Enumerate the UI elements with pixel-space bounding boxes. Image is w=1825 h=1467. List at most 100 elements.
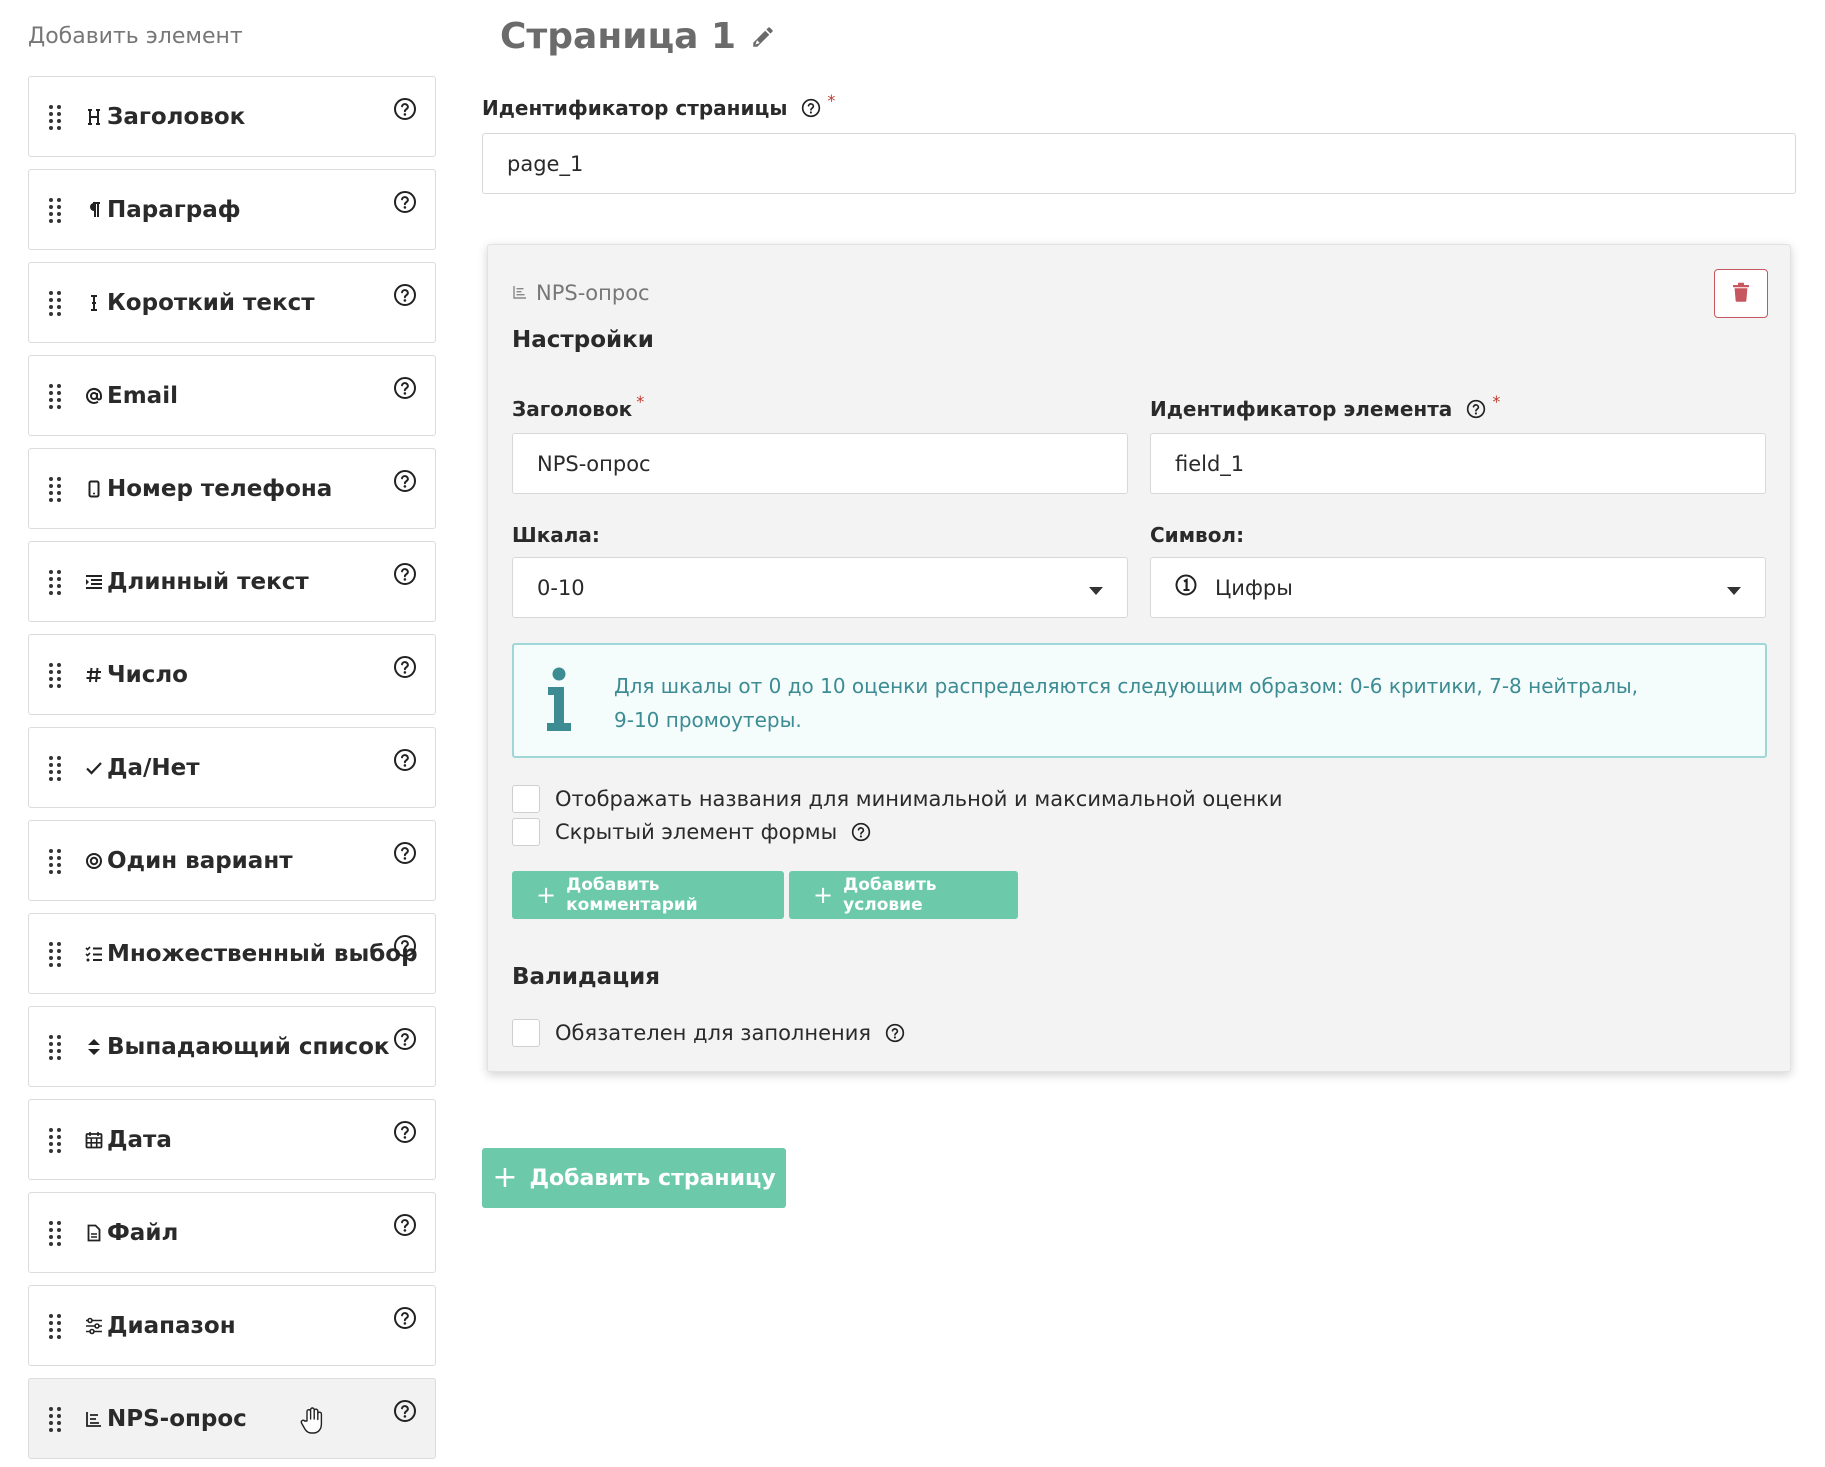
drag-handle-icon[interactable] xyxy=(29,1406,81,1432)
symbol-select-content: Цифры xyxy=(1175,574,1293,601)
palette-item[interactable]: Файл xyxy=(28,1192,436,1273)
settings-heading: Настройки xyxy=(512,327,654,353)
trash-icon xyxy=(1732,282,1750,306)
help-icon[interactable] xyxy=(393,283,417,307)
plus-icon: + xyxy=(813,881,834,909)
help-icon[interactable] xyxy=(393,934,417,958)
add-comment-button[interactable]: + Добавить комментарий xyxy=(512,871,784,919)
required-label: Обязателен для заполнения xyxy=(555,1021,871,1045)
palette-item-label: NPS-опрос xyxy=(107,1405,247,1432)
palette-item-label: Файл xyxy=(107,1219,179,1246)
text-cursor-icon xyxy=(81,290,107,316)
palette-item-label: Дата xyxy=(107,1126,172,1153)
palette-item[interactable]: Выпадающий список xyxy=(28,1006,436,1087)
drag-handle-icon[interactable] xyxy=(29,569,81,595)
drag-handle-icon[interactable] xyxy=(29,1034,81,1060)
palette-item[interactable]: Короткий текст xyxy=(28,262,436,343)
file-icon xyxy=(81,1220,107,1246)
element-palette: Добавить элемент Заголовок Параграф Коротк… xyxy=(28,22,436,1467)
element-id-input[interactable] xyxy=(1150,433,1766,494)
plus-icon: + xyxy=(492,1160,518,1195)
help-icon[interactable] xyxy=(393,748,417,772)
checklist-icon xyxy=(81,941,107,967)
drag-handle-icon[interactable] xyxy=(29,1127,81,1153)
help-icon[interactable] xyxy=(393,1213,417,1237)
drag-handle-icon[interactable] xyxy=(29,848,81,874)
add-comment-label: Добавить комментарий xyxy=(566,875,698,915)
drag-handle-icon[interactable] xyxy=(29,104,81,130)
drag-handle-icon[interactable] xyxy=(29,941,81,967)
bar-chart-icon xyxy=(512,281,536,305)
scale-select[interactable]: 0-10 xyxy=(512,557,1128,618)
palette-item[interactable]: Параграф xyxy=(28,169,436,250)
help-icon[interactable] xyxy=(393,1399,417,1423)
element-id-label-text: Идентификатор элемента xyxy=(1150,397,1453,421)
help-icon[interactable] xyxy=(393,97,417,121)
help-icon[interactable] xyxy=(393,376,417,400)
help-icon[interactable] xyxy=(801,98,821,118)
palette-item[interactable]: Один вариант xyxy=(28,820,436,901)
title-field-label-text: Заголовок xyxy=(512,397,633,421)
palette-item[interactable]: Номер телефона xyxy=(28,448,436,529)
show-names-checkbox[interactable] xyxy=(512,785,540,813)
scale-label: Шкала: xyxy=(512,523,600,547)
help-icon[interactable] xyxy=(885,1023,905,1043)
add-page-button[interactable]: + Добавить страницу xyxy=(482,1148,786,1208)
required-checkbox[interactable] xyxy=(512,1019,540,1047)
page-header: Страница 1 xyxy=(500,16,776,57)
help-icon[interactable] xyxy=(393,190,417,214)
element-type-label: NPS-опрос xyxy=(536,281,650,305)
show-names-row: Отображать названия для минимальной и ма… xyxy=(512,785,1283,813)
drag-handle-icon[interactable] xyxy=(29,476,81,502)
help-icon[interactable] xyxy=(393,655,417,679)
page-title: Страница 1 xyxy=(500,16,737,57)
palette-item[interactable]: Дата xyxy=(28,1099,436,1180)
check-icon xyxy=(81,755,107,781)
palette-item[interactable]: Да/Нет xyxy=(28,727,436,808)
palette-item[interactable]: Число xyxy=(28,634,436,715)
drag-handle-icon[interactable] xyxy=(29,1313,81,1339)
hidden-element-checkbox[interactable] xyxy=(512,818,540,846)
plus-icon: + xyxy=(536,881,557,909)
drag-handle-icon[interactable] xyxy=(29,383,81,409)
help-icon[interactable] xyxy=(393,841,417,865)
drag-handle-icon[interactable] xyxy=(29,197,81,223)
help-icon[interactable] xyxy=(393,469,417,493)
palette-item-label: Выпадающий список xyxy=(107,1033,390,1060)
add-condition-button[interactable]: + Добавить условие xyxy=(789,871,1018,919)
at-icon xyxy=(81,383,107,409)
palette-item[interactable]: Заголовок xyxy=(28,76,436,157)
edit-pencil-icon[interactable] xyxy=(750,24,776,54)
help-icon[interactable] xyxy=(393,1306,417,1330)
palette-item[interactable]: Email xyxy=(28,355,436,436)
help-icon[interactable] xyxy=(1466,399,1486,419)
drag-handle-icon[interactable] xyxy=(29,290,81,316)
delete-element-button[interactable] xyxy=(1714,269,1768,318)
heading-icon xyxy=(81,104,107,130)
palette-item-label: Число xyxy=(107,661,188,688)
palette-item[interactable]: Множественный выбор xyxy=(28,913,436,994)
number-one-circle-icon xyxy=(1175,574,1215,601)
help-icon[interactable] xyxy=(393,1120,417,1144)
palette-item-label: Заголовок xyxy=(107,103,246,130)
required-marker: * xyxy=(1492,391,1501,411)
title-input[interactable] xyxy=(512,433,1128,494)
drag-handle-icon[interactable] xyxy=(29,1220,81,1246)
help-icon[interactable] xyxy=(851,822,871,842)
hand-cursor-icon xyxy=(299,1407,325,1439)
radio-icon xyxy=(81,848,107,874)
help-icon[interactable] xyxy=(393,1027,417,1051)
drag-handle-icon[interactable] xyxy=(29,662,81,688)
palette-item[interactable]: Длинный текст xyxy=(28,541,436,622)
sliders-icon xyxy=(81,1313,107,1339)
palette-item[interactable]: NPS-опрос xyxy=(28,1378,436,1459)
palette-item-label: Параграф xyxy=(107,196,241,223)
mobile-phone-icon xyxy=(81,476,107,502)
help-icon[interactable] xyxy=(393,562,417,586)
scale-select-value: 0-10 xyxy=(537,575,585,600)
hidden-element-label: Скрытый элемент формы xyxy=(555,820,838,844)
palette-item[interactable]: Диапазон xyxy=(28,1285,436,1366)
page-id-input[interactable] xyxy=(482,133,1796,194)
drag-handle-icon[interactable] xyxy=(29,755,81,781)
symbol-select[interactable]: Цифры xyxy=(1150,557,1766,618)
